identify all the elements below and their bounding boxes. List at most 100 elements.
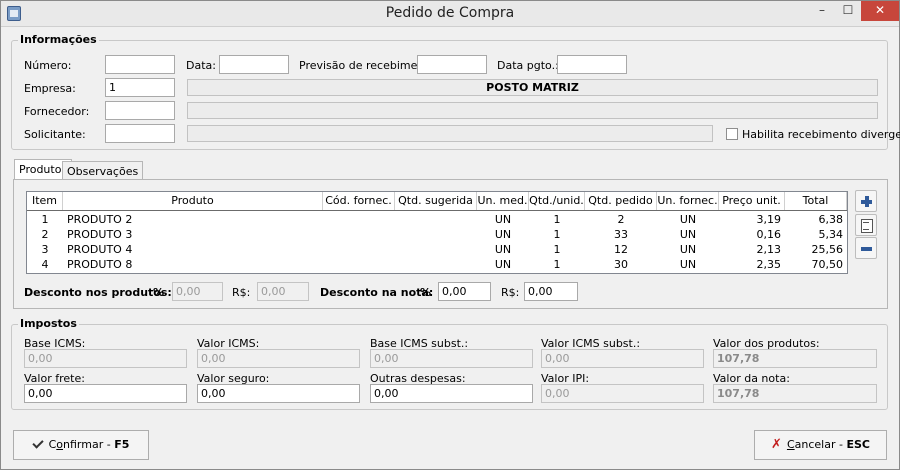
data-pgto-label: Data pgto.: xyxy=(497,59,559,72)
desconto-nota-rs-input[interactable]: 0,00 xyxy=(524,282,578,301)
confirmar-button[interactable]: Confirmar - F5 xyxy=(13,430,149,460)
maximize-button[interactable]: ☐ xyxy=(835,1,861,21)
cell-un-med: UN xyxy=(494,228,512,241)
col-item[interactable]: Item xyxy=(27,192,63,210)
desconto-nota-label: Desconto na nota: xyxy=(320,286,434,299)
cell-qtd-unid: 1 xyxy=(553,213,561,226)
cell-un-med: UN xyxy=(494,243,512,256)
valor-produtos-input: 107,78 xyxy=(713,349,877,368)
data-input[interactable] xyxy=(219,55,289,74)
col-un-med[interactable]: Un. med. xyxy=(477,192,529,210)
cell-sugerida xyxy=(395,212,477,227)
solicitante-name xyxy=(187,125,713,142)
base-subst-input: 0,00 xyxy=(370,349,533,368)
fornecedor-code-input[interactable] xyxy=(105,101,175,120)
cancelar-post: ancelar - xyxy=(794,438,847,451)
cancelar-hotkey-letter: C xyxy=(786,438,795,451)
add-item-icon[interactable] xyxy=(855,190,877,212)
check-icon xyxy=(31,437,44,449)
data-pgto-input[interactable] xyxy=(557,55,627,74)
cell-item: 1 xyxy=(41,213,49,226)
impostos-group: Impostos Base ICMS: 0,00 Valor ICMS: 0,0… xyxy=(11,317,888,410)
cell-sugerida xyxy=(395,257,477,272)
cell-preco: 3,19 xyxy=(756,213,782,226)
cell-un-med: UN xyxy=(494,258,512,271)
empresa-label: Empresa: xyxy=(24,82,76,95)
habilita-checkbox[interactable] xyxy=(726,128,738,140)
fornecedor-name xyxy=(187,102,878,119)
cell-produto: PRODUTO 2 xyxy=(67,213,133,226)
cell-total: 5,34 xyxy=(818,228,844,241)
impostos-title: Impostos xyxy=(18,317,79,330)
col-produto[interactable]: Produto xyxy=(63,192,323,210)
numero-label: Número: xyxy=(24,59,72,72)
solicitante-code-input[interactable] xyxy=(105,124,175,143)
confirmar-key: F5 xyxy=(114,438,130,451)
col-cod-fornec[interactable]: Cód. fornec. xyxy=(323,192,395,210)
valor-subst-input: 0,00 xyxy=(541,349,704,368)
seguro-input[interactable]: 0,00 xyxy=(197,384,360,403)
table-row[interactable]: 1 PRODUTO 2 UN 1 2 UN 3,19 6,38 xyxy=(27,212,847,227)
confirmar-post: nfirmar - xyxy=(63,438,115,451)
close-button[interactable]: ✕ xyxy=(861,1,899,21)
cell-produto: PRODUTO 4 xyxy=(67,243,133,256)
col-qtd-sugerida[interactable]: Qtd. sugerida xyxy=(395,192,477,210)
produtos-grid[interactable]: Item Produto Cód. fornec. Qtd. sugerida … xyxy=(26,191,848,274)
desconto-produtos-label: Desconto nos produtos: xyxy=(24,286,172,299)
cell-sugerida xyxy=(395,242,477,257)
cell-un-fornec: UN xyxy=(679,258,697,271)
table-row[interactable]: 4 PRODUTO 8 UN 1 30 UN 2,35 70,50 xyxy=(27,257,847,272)
cell-produto: PRODUTO 3 xyxy=(67,228,133,241)
desconto-produtos-rs-input: 0,00 xyxy=(257,282,309,301)
cell-un-med: UN xyxy=(494,213,512,226)
cell-preco: 2,35 xyxy=(756,258,782,271)
informacoes-title: Informações xyxy=(18,33,99,46)
cell-preco: 2,13 xyxy=(756,243,782,256)
cell-un-fornec: UN xyxy=(679,213,697,226)
col-un-fornec[interactable]: Un. fornec. xyxy=(657,192,719,210)
cell-item: 2 xyxy=(41,228,49,241)
desconto-nota-pct-input[interactable]: 0,00 xyxy=(438,282,491,301)
valor-icms-input: 0,00 xyxy=(197,349,360,368)
col-total[interactable]: Total xyxy=(785,192,847,210)
cell-item: 4 xyxy=(41,258,49,271)
cell-un-fornec: UN xyxy=(679,228,697,241)
cancelar-button[interactable]: ✗ Cancelar - ESC xyxy=(754,430,887,460)
outras-despesas-input[interactable]: 0,00 xyxy=(370,384,533,403)
minimize-button[interactable]: – xyxy=(809,1,835,21)
ipi-input: 0,00 xyxy=(541,384,704,403)
cell-preco: 0,16 xyxy=(756,228,782,241)
solicitante-label: Solicitante: xyxy=(24,128,86,141)
col-qtd-unid[interactable]: Qtd./unid. xyxy=(529,192,585,210)
cell-sugerida xyxy=(395,227,477,242)
desconto-produtos-pct-symbol: % xyxy=(153,286,165,299)
desconto-produtos-pct-input: 0,00 xyxy=(172,282,223,301)
table-row[interactable]: 2 PRODUTO 3 UN 1 33 UN 0,16 5,34 xyxy=(27,227,847,242)
empresa-code-input[interactable]: 1 xyxy=(105,78,175,97)
cell-total: 70,50 xyxy=(811,258,844,271)
edit-item-icon[interactable] xyxy=(855,214,877,236)
table-row[interactable]: 3 PRODUTO 4 UN 1 12 UN 2,13 25,56 xyxy=(27,242,847,257)
cell-qtd-unid: 1 xyxy=(553,243,561,256)
numero-input[interactable] xyxy=(105,55,175,74)
title-bar: Pedido de Compra – ☐ ✕ xyxy=(1,1,899,27)
close-icon: ✗ xyxy=(771,437,782,452)
previsao-input[interactable] xyxy=(417,55,487,74)
frete-input[interactable]: 0,00 xyxy=(24,384,187,403)
col-preco-unit[interactable]: Preço unit. xyxy=(719,192,785,210)
cell-pedido: 30 xyxy=(614,258,628,271)
window: Pedido de Compra – ☐ ✕ Informações Númer… xyxy=(0,0,900,470)
col-qtd-pedido[interactable]: Qtd. pedido xyxy=(585,192,657,210)
cell-cod xyxy=(323,212,395,227)
window-title: Pedido de Compra xyxy=(385,5,515,21)
empresa-name: POSTO MATRIZ xyxy=(187,79,878,96)
habilita-label[interactable]: Habilita recebimento divergente xyxy=(742,128,900,141)
cell-qtd-unid: 1 xyxy=(553,228,561,241)
grid-body: 1 PRODUTO 2 UN 1 2 UN 3,19 6,38 2 PRODUT… xyxy=(27,212,847,272)
data-label: Data: xyxy=(186,59,216,72)
tab-observacoes[interactable]: Observações xyxy=(62,161,144,179)
cell-total: 25,56 xyxy=(811,243,844,256)
remove-item-icon[interactable] xyxy=(855,237,877,259)
cell-cod xyxy=(323,257,395,272)
desconto-produtos-rs-label: R$: xyxy=(232,286,251,299)
